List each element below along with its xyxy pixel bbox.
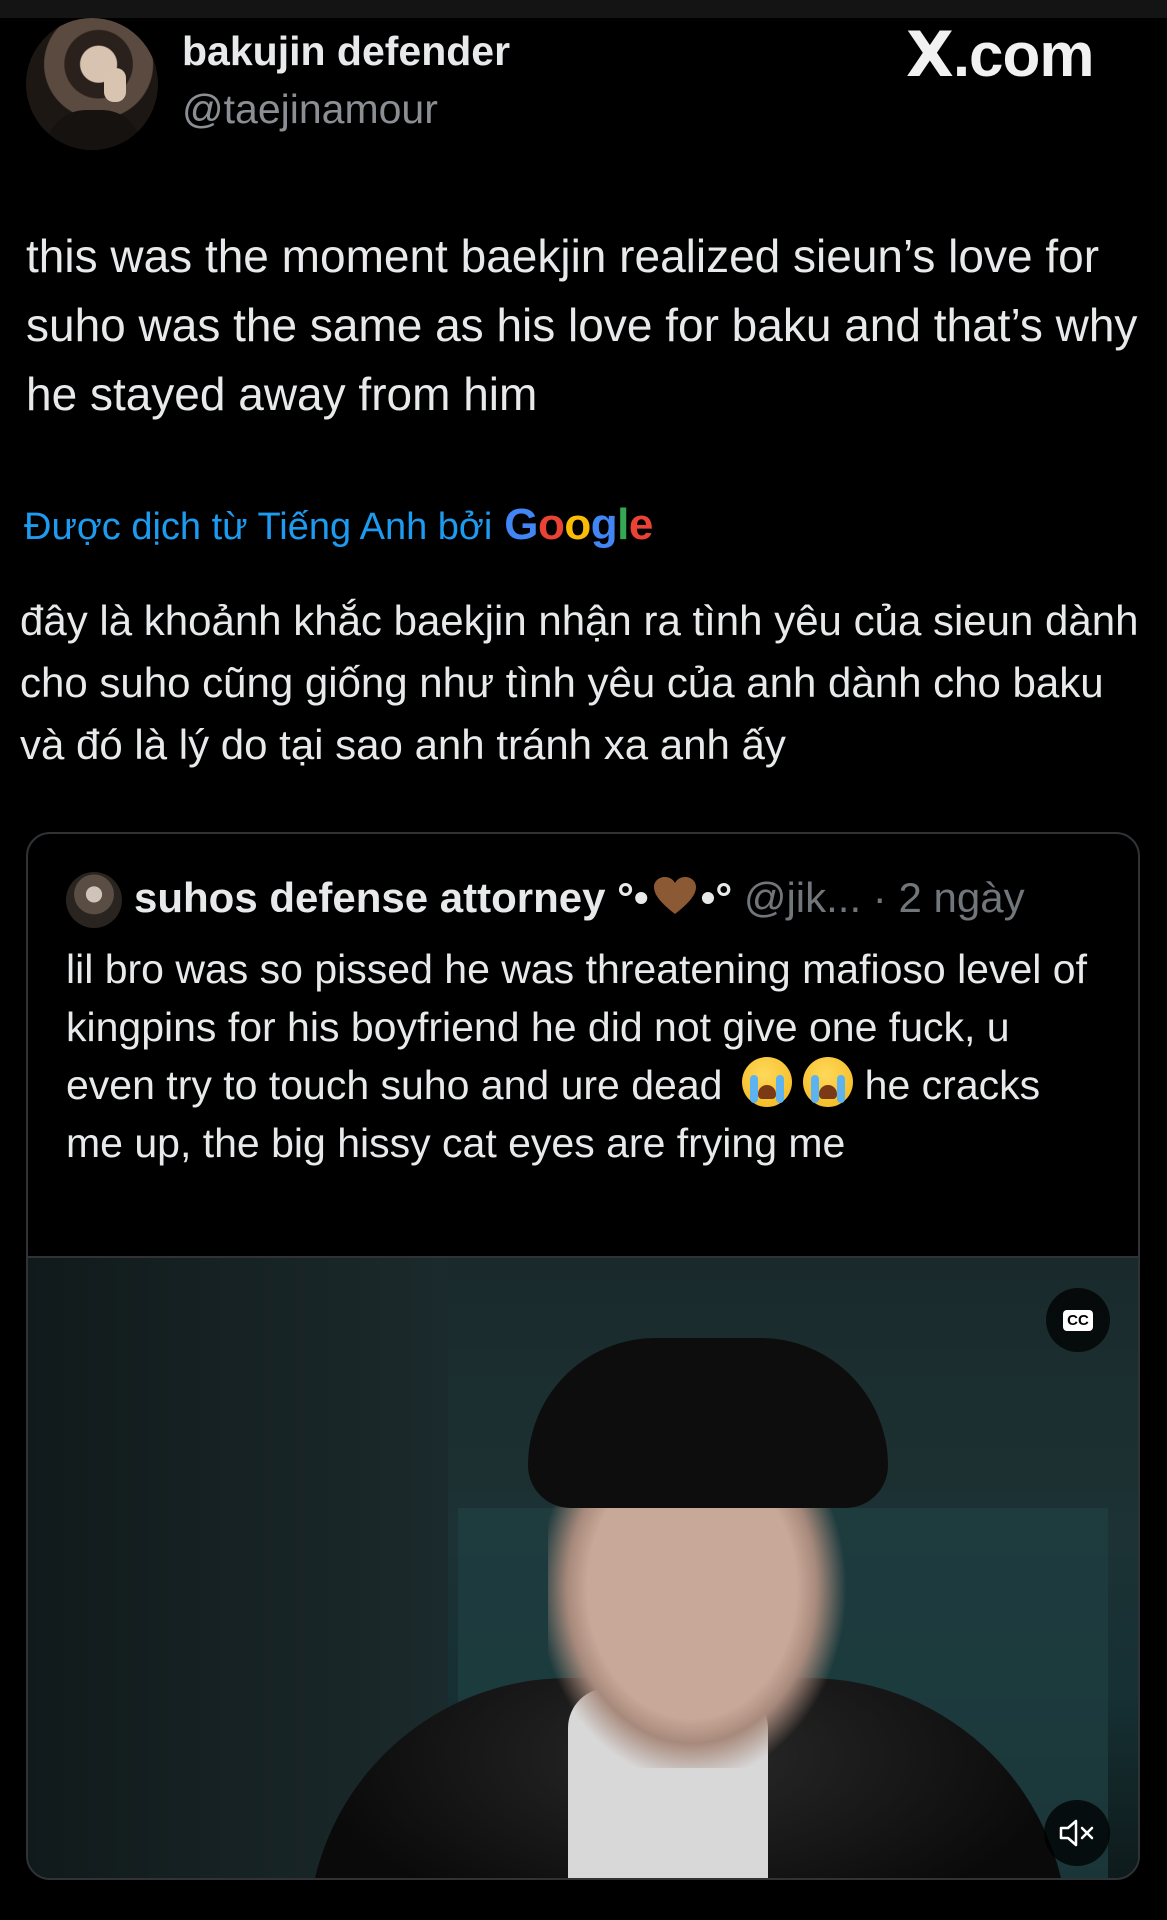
- name-decor-left: °•: [617, 874, 649, 921]
- brown-heart-icon: [653, 877, 696, 914]
- author-display-name[interactable]: bakujin defender: [182, 28, 510, 75]
- author-handle[interactable]: @taejinamour: [182, 86, 438, 133]
- quoted-tweet-body: lil bro was so pissed he was threatening…: [66, 940, 1106, 1172]
- name-decor-right: •°: [700, 874, 733, 921]
- status-bar-strip: [0, 0, 1167, 18]
- x-com-watermark: X.com: [906, 18, 1095, 91]
- x-logo-icon: X: [906, 18, 954, 91]
- loudly-crying-face-icon: [803, 1057, 854, 1107]
- quoted-tweet-header: suhos defense attorney °• •° @jik... · 2 …: [134, 874, 1025, 922]
- video-player[interactable]: CC: [28, 1256, 1138, 1878]
- closed-captions-button[interactable]: CC: [1046, 1288, 1110, 1352]
- avatar-peace-sign: [104, 68, 126, 102]
- quoted-author-handle[interactable]: @jik...: [744, 874, 861, 921]
- meta-separator: ·: [872, 874, 887, 921]
- quoted-tweet-time[interactable]: 2 ngày: [898, 874, 1024, 921]
- translation-label: Được dịch từ Tiếng Anh bởi: [24, 506, 493, 548]
- quoted-author-avatar[interactable]: [66, 872, 122, 928]
- tweet-body: this was the moment baekjin realized sie…: [26, 230, 1138, 420]
- avatar-shirt: [46, 110, 142, 150]
- closed-captions-icon: CC: [1063, 1309, 1093, 1331]
- author-avatar[interactable]: [26, 18, 158, 150]
- x-domain-suffix: .com: [952, 21, 1095, 90]
- quoted-tweet-card[interactable]: suhos defense attorney °• •° @jik... · 2 …: [26, 832, 1140, 1880]
- quoted-author-name[interactable]: suhos defense attorney: [134, 874, 605, 921]
- video-person-hair: [528, 1338, 888, 1508]
- google-logo: Google: [504, 500, 653, 549]
- translation-attribution[interactable]: Được dịch từ Tiếng Anh bởi Google: [24, 500, 653, 550]
- speaker-muted-icon: [1059, 1819, 1094, 1847]
- translated-tweet-body: đây là khoảnh khắc baekjin nhận ra tình …: [20, 597, 1139, 768]
- unmute-button[interactable]: [1044, 1800, 1110, 1866]
- loudly-crying-face-icon: [741, 1057, 792, 1107]
